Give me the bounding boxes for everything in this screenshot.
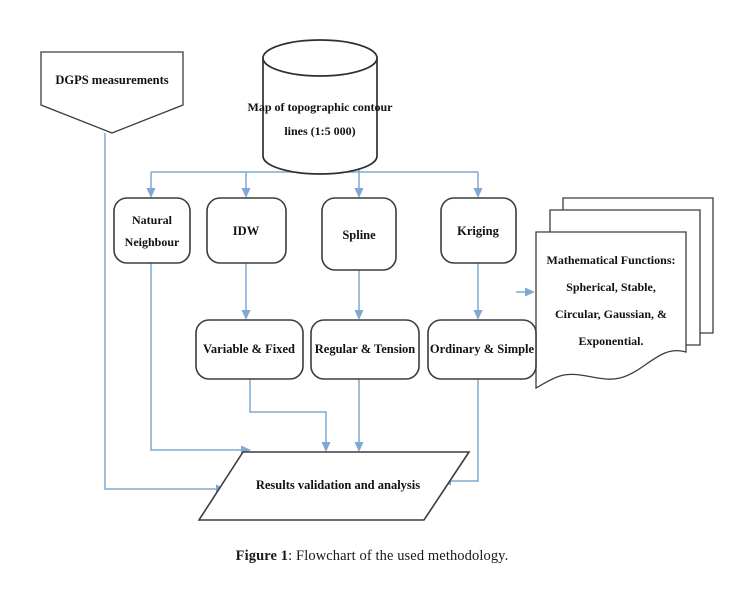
dgps-label: DGPS measurements [55, 73, 168, 87]
figure-container: DGPS measurements Map of topographic con… [0, 0, 744, 597]
map-source-label-line1: Map of topographic contour [248, 100, 394, 114]
idw-label: IDW [233, 224, 260, 238]
natural-neighbour-label-line1: Natural [132, 213, 173, 227]
arrowhead-natural-neighbour [146, 188, 156, 198]
arrowhead-kriging [473, 188, 483, 198]
math-functions-label-line3: Circular, Gaussian, & [555, 307, 667, 321]
arrowhead-regular-tension [354, 310, 364, 320]
node-results[interactable]: Results validation and analysis [197, 451, 471, 521]
regular-tension-label: Regular & Tension [315, 342, 416, 356]
arrowhead-ordinary-simple [473, 310, 483, 320]
node-math-functions[interactable]: Mathematical Functions: Spherical, Stabl… [535, 197, 714, 390]
math-functions-label-line2: Spherical, Stable, [566, 280, 656, 294]
arrowhead-spline [354, 188, 364, 198]
variable-fixed-label: Variable & Fixed [203, 342, 295, 356]
map-source-label-line2: lines (1:5 000) [284, 124, 355, 138]
figure-caption-label: Figure 1 [235, 548, 289, 564]
math-functions-label-line4: Exponential. [578, 334, 643, 348]
node-map-source[interactable]: Map of topographic contour lines (1:5 00… [248, 39, 394, 175]
node-spline[interactable]: Spline [321, 197, 397, 271]
ordinary-simple-label: Ordinary & Simple [430, 342, 535, 356]
arrowhead-math-functions [525, 287, 535, 297]
connector-layer [104, 130, 565, 494]
node-idw[interactable]: IDW [206, 197, 287, 264]
natural-neighbour-shape [113, 197, 191, 264]
flowchart-diagram: DGPS measurements Map of topographic con… [40, 39, 714, 521]
map-cylinder-top [262, 39, 378, 77]
arrowhead-results-top-left [321, 442, 331, 452]
edge-dgps-to-results [104, 133, 218, 490]
arrowhead-results-top-right [354, 442, 364, 452]
node-natural-neighbour[interactable]: Natural Neighbour [113, 197, 191, 264]
arrowhead-idw [241, 188, 251, 198]
kriging-label: Kriging [457, 224, 499, 238]
spline-label: Spline [342, 228, 376, 242]
math-functions-label-line1: Mathematical Functions: [547, 253, 676, 267]
node-regular-tension[interactable]: Regular & Tension [310, 319, 420, 380]
natural-neighbour-label-line2: Neighbour [125, 235, 180, 249]
node-kriging[interactable]: Kriging [440, 197, 517, 264]
figure-caption-text: Flowchart of the used methodology. [296, 548, 509, 564]
figure-caption: Figure 1: Flowchart of the used methodol… [0, 548, 744, 565]
edge-variable-fixed-to-results [249, 379, 327, 444]
node-ordinary-simple[interactable]: Ordinary & Simple [427, 319, 537, 380]
dgps-pentagon-shape [40, 51, 184, 134]
node-variable-fixed[interactable]: Variable & Fixed [195, 319, 304, 380]
arrowhead-variable-fixed [241, 310, 251, 320]
node-dgps-measurements[interactable]: DGPS measurements [40, 51, 184, 134]
results-label: Results validation and analysis [256, 478, 420, 492]
figure-caption-separator: : [288, 548, 293, 564]
